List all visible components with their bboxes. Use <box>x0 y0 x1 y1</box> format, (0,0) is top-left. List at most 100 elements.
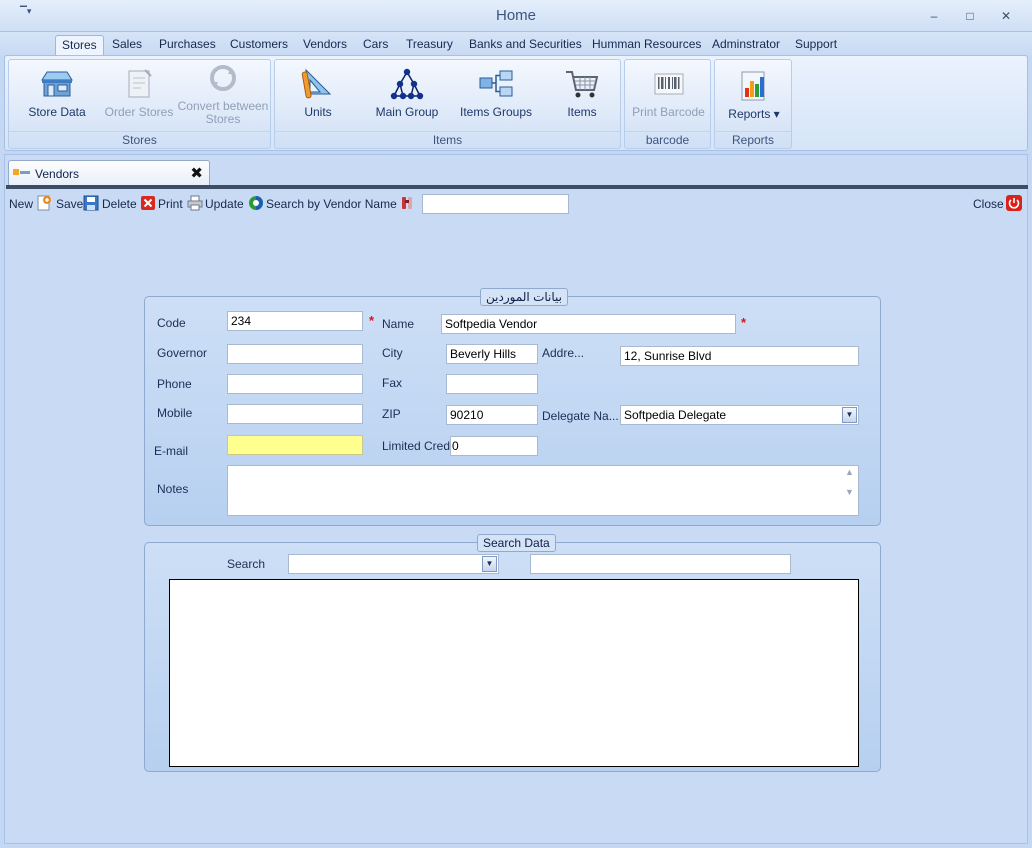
vendor-data-panel: بيانات الموردين Code 234 * Name Softpedi… <box>144 288 881 526</box>
search-globe-icon[interactable] <box>248 195 264 211</box>
ribbon-group-label-barcode: barcode <box>625 131 710 147</box>
chevron-down-icon[interactable]: ▼ <box>482 556 497 572</box>
chevron-down-icon[interactable]: ▼ <box>842 407 857 423</box>
fax-field[interactable] <box>446 374 538 394</box>
ribbon-group-stores: Store Data Order Stores Convert between … <box>8 59 271 149</box>
menu-bar: Stores Sales Purchases Customers Vendors… <box>0 32 1032 56</box>
search-field-select[interactable]: ▼ <box>288 554 499 574</box>
tab-stores[interactable]: Stores <box>55 35 104 56</box>
tab-strip-divider <box>6 185 1028 189</box>
address-label: Addre... <box>542 346 585 360</box>
notes-textarea[interactable]: ▲ ▼ <box>227 465 859 516</box>
tab-humman-resources[interactable]: Humman Resources <box>586 35 707 56</box>
reports-label-text: Reports <box>728 107 771 121</box>
delegate-select[interactable]: Softpedia Delegate ▼ <box>620 405 859 425</box>
mobile-field[interactable] <box>227 404 363 424</box>
convert-between-stores-label: Convert between Stores <box>177 99 269 126</box>
order-stores-button[interactable]: Order Stores <box>99 66 179 119</box>
email-field[interactable] <box>227 435 363 455</box>
vendor-name-search-input[interactable] <box>422 194 569 214</box>
tab-support[interactable]: Support <box>789 35 843 56</box>
limited-credit-field[interactable]: 0 <box>450 436 538 456</box>
code-label: Code <box>157 316 186 330</box>
close-tab-icon[interactable]: ✖ <box>190 164 203 182</box>
code-field[interactable]: 234 <box>227 311 363 331</box>
tab-cars[interactable]: Cars <box>357 35 394 56</box>
code-required-mark: * <box>369 313 375 328</box>
delegate-label: Delegate Na... <box>542 409 619 423</box>
new-button[interactable]: New <box>9 197 33 211</box>
ribbon-group-label-items: Items <box>275 131 620 147</box>
phone-field[interactable] <box>227 374 363 394</box>
ribbon-group-label-reports: Reports <box>715 131 791 147</box>
store-data-button[interactable]: Store Data <box>17 66 97 119</box>
order-stores-icon <box>128 69 152 98</box>
items-groups-button[interactable]: Items Groups <box>456 66 536 119</box>
name-field[interactable]: Softpedia Vendor <box>441 314 736 334</box>
save-button[interactable]: Save <box>56 197 83 211</box>
notes-scrollbar[interactable]: ▲ ▼ <box>842 467 857 515</box>
print-icon[interactable] <box>187 195 203 211</box>
search-by-vendor-name-button[interactable]: Search by Vendor Name <box>266 197 397 211</box>
notes-label: Notes <box>157 482 189 496</box>
window-title: Home <box>495 7 536 24</box>
address-field[interactable]: 12, Sunrise Blvd <box>620 346 859 366</box>
ribbon: Store Data Order Stores Convert between … <box>4 55 1028 151</box>
search-data-legend: Search Data <box>477 534 556 552</box>
tab-purchases[interactable]: Purchases <box>153 35 222 56</box>
name-required-mark: * <box>741 315 747 330</box>
reports-button[interactable]: Reports ▾ <box>719 68 789 121</box>
convert-between-stores-button[interactable]: Convert between Stores <box>177 60 269 126</box>
items-button[interactable]: Items <box>549 66 615 119</box>
save-icon[interactable] <box>83 195 99 211</box>
search-results-grid[interactable] <box>169 579 859 767</box>
main-group-label: Main Group <box>375 105 439 119</box>
ribbon-group-barcode: Print Barcode barcode <box>624 59 711 149</box>
tab-customers[interactable]: Customers <box>224 35 294 56</box>
maximize-button[interactable]: □ <box>962 8 978 24</box>
chevron-down-icon: ▾ <box>773 107 780 121</box>
governor-field[interactable] <box>227 344 363 364</box>
tab-adminstrator[interactable]: Adminstrator <box>706 35 786 56</box>
zip-field[interactable]: 90210 <box>446 405 538 425</box>
doc-tab-label: Vendors <box>35 167 80 181</box>
print-barcode-button[interactable]: Print Barcode <box>627 66 710 119</box>
vendor-toolbar: New Save Delete Print Update Search by V… <box>6 192 1026 216</box>
title-bar: ▔▾ Home – □ ✕ <box>0 0 1032 32</box>
limited-credit-label: Limited Credit <box>382 439 457 453</box>
power-icon[interactable] <box>1006 195 1022 211</box>
units-label: Units <box>304 105 332 119</box>
phone-label: Phone <box>157 377 192 391</box>
vendor-data-legend: بيانات الموردين <box>480 288 568 306</box>
convert-icon <box>210 65 236 91</box>
reports-icon <box>741 71 765 101</box>
print-button[interactable]: Print <box>158 197 183 211</box>
search-text-input[interactable] <box>530 554 791 574</box>
search-data-panel: Search Data Search ▼ <box>144 534 881 772</box>
ribbon-group-label-stores: Stores <box>9 131 270 147</box>
store-icon <box>41 71 73 97</box>
vendors-tab-icon <box>13 169 30 175</box>
doc-tab-vendors[interactable]: Vendors ✖ <box>8 160 210 186</box>
close-form-button[interactable]: Close <box>973 197 1004 211</box>
units-button[interactable]: Units <box>285 66 351 119</box>
barcode-icon <box>654 73 683 95</box>
city-field[interactable]: Beverly Hills <box>446 344 538 364</box>
fax-label: Fax <box>382 376 403 390</box>
minimize-button[interactable]: – <box>926 8 942 24</box>
delete-button[interactable]: Delete <box>102 197 137 211</box>
mobile-label: Mobile <box>157 406 193 420</box>
tab-sales[interactable]: Sales <box>106 35 148 56</box>
items-label: Items <box>567 105 597 119</box>
tab-treasury[interactable]: Treasury <box>400 35 459 56</box>
close-window-button[interactable]: ✕ <box>998 8 1014 24</box>
delete-icon[interactable] <box>140 195 156 211</box>
tab-vendors[interactable]: Vendors <box>297 35 353 56</box>
binoculars-icon[interactable] <box>399 195 415 211</box>
order-stores-label: Order Stores <box>104 105 174 119</box>
main-group-button[interactable]: Main Group <box>371 66 443 119</box>
items-groups-label: Items Groups <box>459 105 533 119</box>
update-button[interactable]: Update <box>205 197 244 211</box>
tab-banks-and-securities[interactable]: Banks and Securities <box>463 35 588 56</box>
new-icon[interactable] <box>36 195 52 211</box>
